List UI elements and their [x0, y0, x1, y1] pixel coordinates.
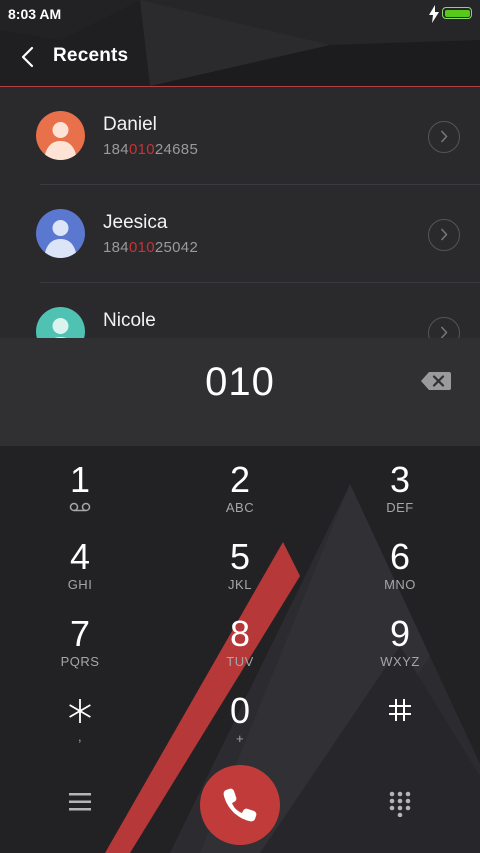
person-icon	[44, 122, 77, 160]
key-4[interactable]: 4 GHI	[20, 536, 140, 608]
contact-row[interactable]: Nicole	[0, 283, 480, 338]
match-highlight: 010	[128, 141, 155, 158]
contact-name: Daniel	[103, 114, 157, 135]
avatar	[36, 111, 85, 160]
key-9[interactable]: 9 WXYZ	[340, 613, 460, 685]
dial-input-panel: 010	[0, 338, 480, 446]
backspace-icon[interactable]	[420, 370, 452, 392]
key-7[interactable]: 7 PQRS	[20, 613, 140, 685]
chevron-right-icon	[440, 228, 448, 241]
contact-list[interactable]: Daniel 18401024685 Jeesica 18401025042 N…	[0, 87, 480, 338]
call-button[interactable]	[200, 765, 280, 845]
key-hash[interactable]	[340, 690, 460, 762]
battery-icon	[442, 7, 472, 19]
hash-icon	[389, 699, 411, 721]
dialed-number[interactable]: 010	[0, 360, 480, 405]
key-3[interactable]: 3 DEF	[340, 459, 460, 531]
back-arrow-icon[interactable]	[18, 46, 38, 68]
contact-number: 18401024685	[103, 141, 199, 158]
chevron-right-icon	[440, 130, 448, 143]
key-star[interactable]: ,	[20, 690, 140, 762]
details-button[interactable]	[428, 219, 460, 251]
key-0[interactable]: 0 +	[180, 690, 300, 762]
voicemail-icon	[69, 502, 91, 512]
contact-row[interactable]: Daniel 18401024685	[0, 87, 480, 185]
contact-name: Jeesica	[103, 212, 168, 233]
status-bar: 8:03 AM	[0, 0, 480, 28]
key-8[interactable]: 8 TUV	[180, 613, 300, 685]
key-6[interactable]: 6 MNO	[340, 536, 460, 608]
charging-icon	[429, 5, 439, 23]
avatar	[36, 209, 85, 258]
clock: 8:03 AM	[8, 6, 62, 22]
person-icon	[44, 220, 77, 258]
contact-row[interactable]: Jeesica 18401025042	[0, 185, 480, 283]
match-highlight: 010	[128, 239, 155, 256]
phone-icon	[223, 788, 257, 822]
key-2[interactable]: 2 ABC	[180, 459, 300, 531]
chevron-right-icon	[440, 326, 448, 338]
page-title: Recents	[53, 45, 129, 66]
avatar	[36, 307, 85, 338]
contact-number: 18401025042	[103, 239, 199, 256]
details-button[interactable]	[428, 317, 460, 338]
asterisk-icon	[69, 699, 91, 723]
key-1[interactable]: 1	[20, 459, 140, 531]
key-5[interactable]: 5 JKL	[180, 536, 300, 608]
keypad-toggle-icon[interactable]	[387, 791, 413, 817]
details-button[interactable]	[428, 121, 460, 153]
menu-icon[interactable]	[68, 791, 92, 813]
person-icon	[52, 318, 69, 338]
contact-name: Nicole	[103, 310, 156, 331]
